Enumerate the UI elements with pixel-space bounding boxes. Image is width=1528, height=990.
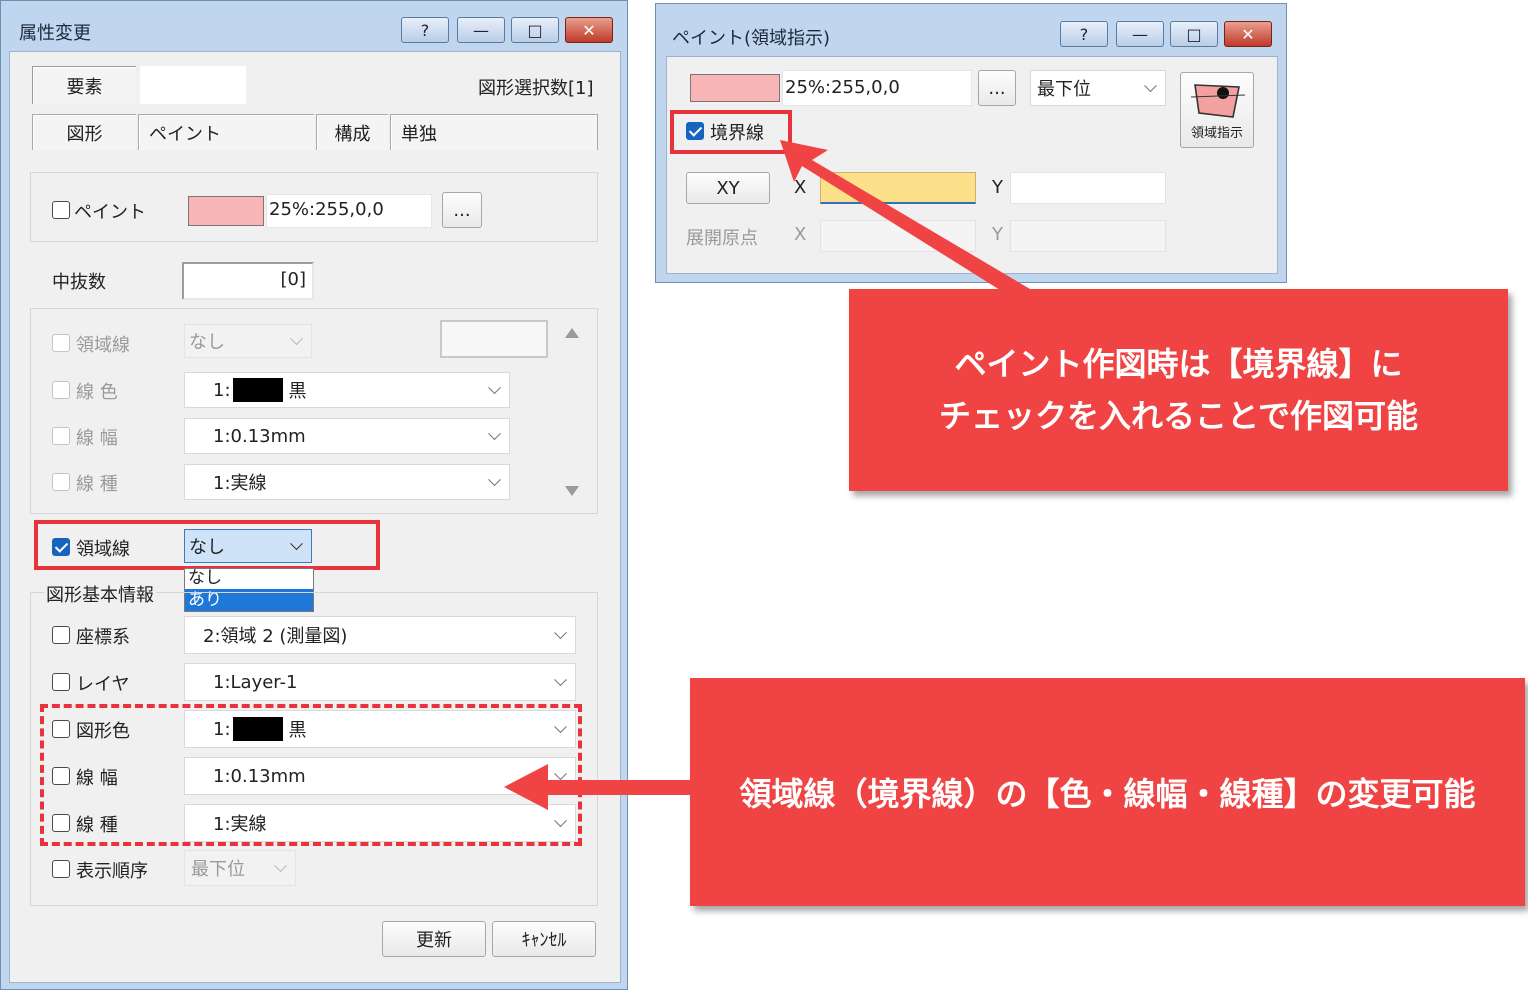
arrow-to-line-style bbox=[504, 764, 690, 810]
callout-arrows bbox=[504, 140, 1030, 810]
arrow-to-boundary bbox=[780, 140, 1030, 290]
